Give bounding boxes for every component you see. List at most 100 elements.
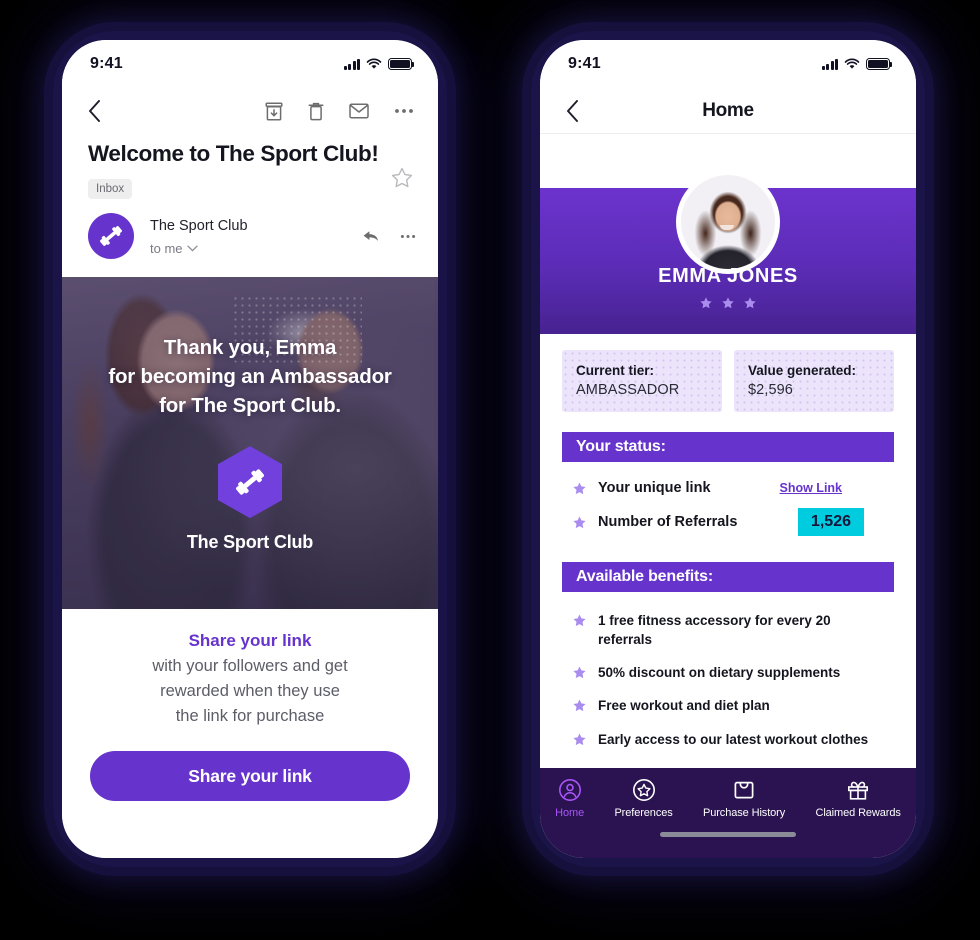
status-list: Your unique link Show Link Number of Ref… bbox=[562, 462, 894, 542]
star-bullet-icon bbox=[572, 611, 598, 628]
app-content: Current tier: AMBASSADOR Value generated… bbox=[540, 334, 916, 768]
status-bar-right: 9:41 bbox=[540, 40, 916, 88]
battery-full-icon bbox=[866, 58, 893, 70]
status-row-unique-link: Your unique link Show Link bbox=[572, 474, 894, 502]
value-generated-label: Value generated: bbox=[748, 363, 857, 378]
email-header: Welcome to The Sport Club! Inbox bbox=[62, 134, 438, 199]
star-bullet-icon bbox=[572, 663, 598, 680]
status-label: Number of Referrals bbox=[598, 514, 738, 530]
battery-full-icon bbox=[388, 58, 415, 70]
profile-hero: EMMA JONES bbox=[540, 134, 916, 334]
more-options-icon[interactable] bbox=[394, 108, 414, 114]
list-item: 50% discount on dietary supplements bbox=[572, 656, 894, 689]
chevron-down-icon bbox=[186, 245, 198, 252]
star-bullet-icon bbox=[572, 730, 598, 747]
tab-home[interactable]: Home bbox=[555, 778, 584, 819]
star-outline-icon[interactable] bbox=[390, 166, 414, 195]
more-options-icon[interactable] bbox=[400, 234, 416, 239]
benefit-text: 1 free fitness accessory for every 20 re… bbox=[598, 613, 831, 648]
back-chevron-icon[interactable] bbox=[566, 99, 579, 122]
list-item: Free workout and diet plan bbox=[572, 689, 894, 722]
shopping-bag-icon bbox=[734, 781, 754, 799]
envelope-icon[interactable] bbox=[349, 103, 369, 119]
email-cta-section: Share your link with your followers and … bbox=[62, 609, 438, 858]
list-item: 1 free fitness accessory for every 20 re… bbox=[572, 604, 894, 656]
profile-name: EMMA JONES bbox=[658, 265, 798, 287]
user-circle-icon bbox=[558, 779, 581, 801]
value-generated-card: Value generated: $2,596 bbox=[734, 350, 894, 412]
dumbbell-hexagon-logo-icon bbox=[218, 446, 282, 519]
star-icon bbox=[700, 297, 712, 309]
hero-line-2: for becoming an Ambassador bbox=[108, 364, 392, 388]
cta-lead-text: Share your link bbox=[188, 631, 312, 650]
show-link-action[interactable]: Show Link bbox=[780, 481, 843, 495]
gift-icon bbox=[848, 781, 869, 800]
tier-cards: Current tier: AMBASSADOR Value generated… bbox=[562, 350, 894, 412]
benefit-text: 50% discount on dietary supplements bbox=[598, 665, 841, 681]
status-label: Your unique link bbox=[598, 480, 711, 496]
email-screen: 9:41 Welcome to The Sport Club! Inbox Th… bbox=[62, 40, 438, 858]
profile-tier-stars bbox=[540, 296, 916, 310]
reply-arrow-icon[interactable] bbox=[362, 229, 380, 244]
cta-sub-line-2: rewarded when they use bbox=[160, 681, 340, 700]
sender-name: The Sport Club bbox=[150, 218, 248, 235]
star-bullet-icon bbox=[572, 481, 598, 496]
star-bullet-icon bbox=[572, 515, 598, 530]
email-sender-row: The Sport Club to me bbox=[62, 199, 438, 277]
star-icon bbox=[744, 297, 756, 309]
status-time: 9:41 bbox=[568, 55, 601, 72]
sender-avatar bbox=[88, 213, 134, 259]
benefit-text: Free workout and diet plan bbox=[598, 698, 770, 714]
bottom-tab-bar: Home Preferences Purchase History Claime… bbox=[540, 768, 916, 858]
current-tier-card: Current tier: AMBASSADOR bbox=[562, 350, 722, 412]
cta-sub-line-1: with your followers and get bbox=[152, 657, 348, 675]
status-indicators bbox=[343, 58, 415, 70]
available-benefits-heading: Available benefits: bbox=[562, 562, 894, 592]
hero-line-3: for The Sport Club. bbox=[159, 394, 341, 418]
recipient-row[interactable]: to me bbox=[150, 241, 362, 256]
tab-claimed-rewards[interactable]: Claimed Rewards bbox=[815, 778, 901, 819]
phone-mockup-app: 9:41 Home EMMA JONES Current tier: AMBAS… bbox=[540, 40, 916, 858]
tab-purchase-history[interactable]: Purchase History bbox=[703, 778, 785, 819]
home-indicator[interactable] bbox=[660, 832, 796, 837]
screenshot-canvas: 9:41 Welcome to The Sport Club! Inbox Th… bbox=[0, 0, 980, 940]
star-icon bbox=[722, 297, 734, 309]
wifi-icon bbox=[366, 58, 382, 69]
share-your-link-button[interactable]: Share your link bbox=[90, 751, 410, 802]
tab-label: Home bbox=[555, 807, 585, 819]
tab-label: Preferences bbox=[614, 807, 673, 819]
hero-headline: Thank you, Emma for becoming an Ambassad… bbox=[108, 333, 392, 420]
status-bar-left: 9:41 bbox=[62, 40, 438, 88]
email-hero-banner: Thank you, Emma for becoming an Ambassad… bbox=[62, 277, 438, 609]
trash-icon[interactable] bbox=[308, 102, 324, 121]
tab-label: Purchase History bbox=[702, 807, 786, 819]
email-subject: Welcome to The Sport Club! bbox=[88, 141, 379, 166]
referrals-count-badge: 1,526 bbox=[797, 508, 864, 536]
hero-line-1: Thank you, Emma bbox=[163, 335, 337, 359]
avatar bbox=[676, 170, 780, 274]
email-toolbar bbox=[62, 88, 438, 134]
hero-brand-name: The Sport Club bbox=[186, 532, 314, 553]
app-header: Home bbox=[540, 88, 916, 134]
your-status-heading: Your status: bbox=[562, 432, 894, 462]
cta-sub-line-3: the link for purchase bbox=[175, 706, 325, 725]
archive-icon[interactable] bbox=[265, 101, 283, 121]
back-chevron-icon[interactable] bbox=[88, 100, 101, 122]
wifi-icon bbox=[844, 58, 860, 69]
phone-mockup-email: 9:41 Welcome to The Sport Club! Inbox Th… bbox=[62, 40, 438, 858]
sender-meta: The Sport Club to me bbox=[150, 216, 362, 256]
recipient-label: to me bbox=[150, 240, 183, 256]
status-time: 9:41 bbox=[90, 55, 123, 72]
list-item: Early access to our latest workout cloth… bbox=[572, 723, 894, 756]
benefits-list: 1 free fitness accessory for every 20 re… bbox=[562, 592, 894, 756]
cta-subtext: with your followers and get rewarded whe… bbox=[152, 654, 347, 728]
cellular-bars-icon bbox=[343, 58, 360, 70]
message-actions bbox=[362, 229, 416, 244]
tab-label: Claimed Rewards bbox=[815, 807, 901, 819]
tab-preferences[interactable]: Preferences bbox=[614, 778, 673, 819]
dumbbell-icon bbox=[100, 226, 122, 246]
cellular-bars-icon bbox=[821, 58, 838, 70]
value-generated-value: $2,596 bbox=[748, 382, 793, 398]
benefit-text: Early access to our latest workout cloth… bbox=[598, 731, 869, 747]
inbox-label-chip: Inbox bbox=[88, 179, 133, 199]
